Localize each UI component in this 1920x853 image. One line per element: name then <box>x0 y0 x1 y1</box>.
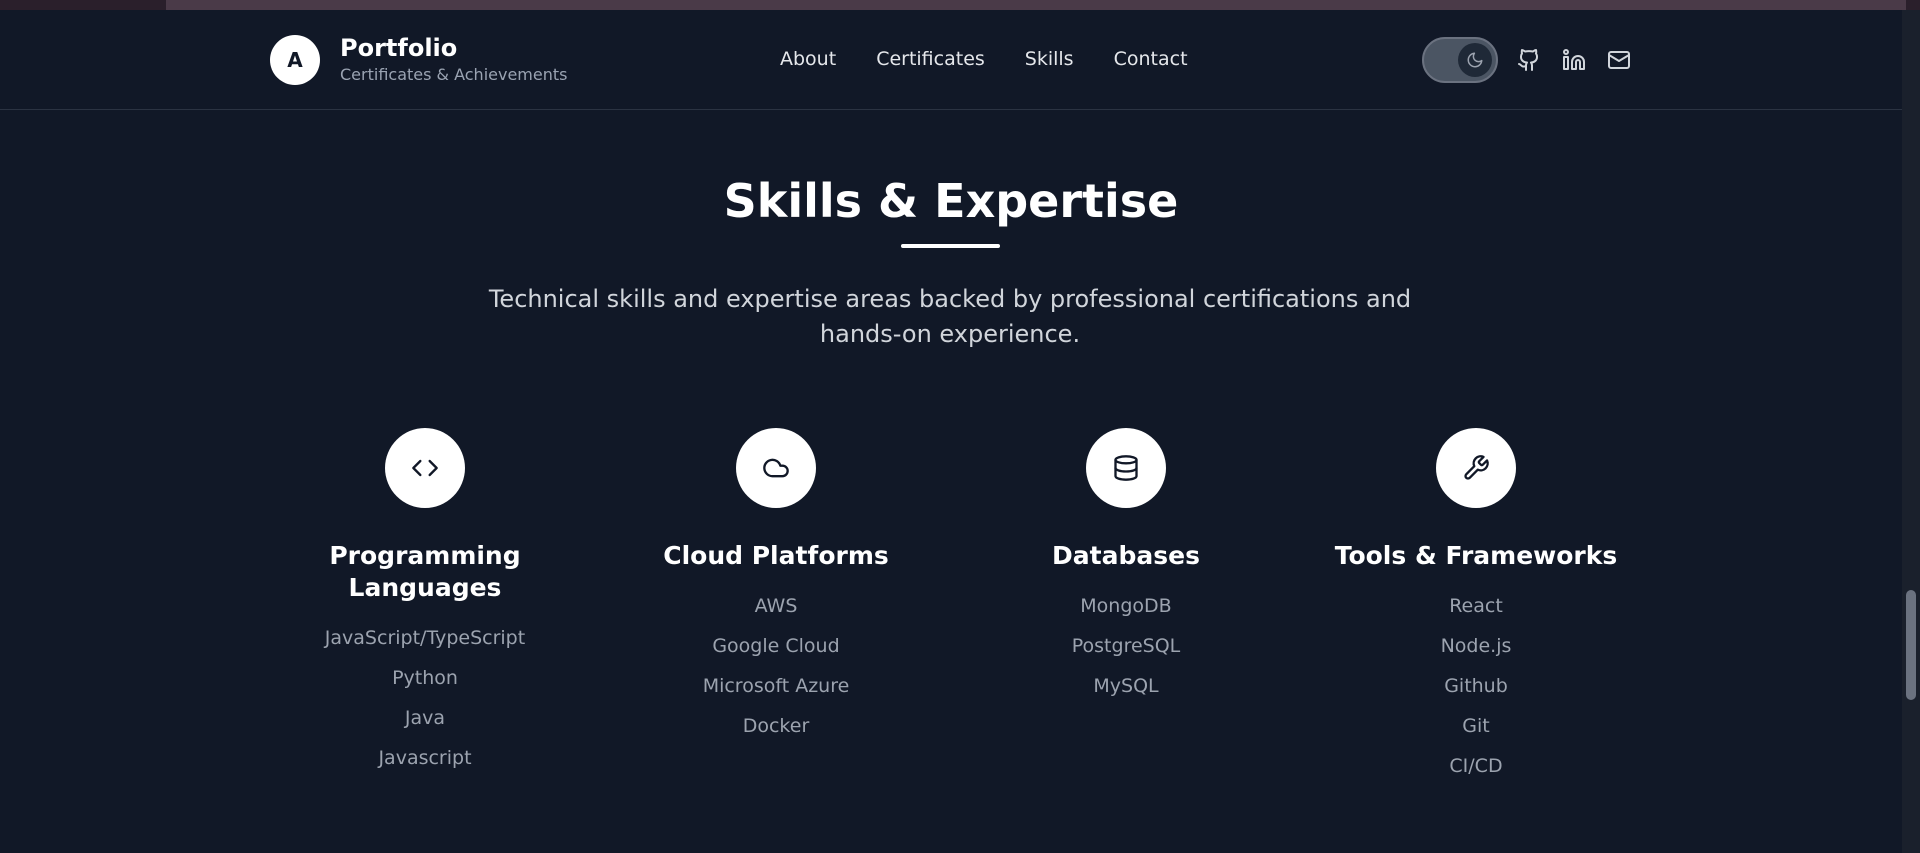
mail-icon <box>1608 51 1630 69</box>
linkedin-link[interactable] <box>1560 46 1588 74</box>
code-icon <box>412 459 438 477</box>
github-link[interactable] <box>1515 46 1543 74</box>
skill-list: React Node.js Github Git CI/CD <box>1306 586 1646 786</box>
github-icon <box>1518 49 1539 71</box>
brand-text: Portfolio Certificates & Achievements <box>340 34 567 86</box>
brand[interactable]: A Portfolio Certificates & Achievements <box>270 34 567 86</box>
skill-item: Python <box>392 667 458 689</box>
skill-item: CI/CD <box>1449 755 1503 777</box>
skill-item: MySQL <box>1093 675 1159 697</box>
skill-item: Node.js <box>1440 635 1512 657</box>
skills-section-title: Skills & Expertise <box>723 174 1179 228</box>
email-link[interactable] <box>1605 46 1633 74</box>
skill-icon-circle <box>1436 428 1516 508</box>
skills-section-description: Technical skills and expertise areas bac… <box>488 285 1412 348</box>
linkedin-icon <box>1563 49 1585 70</box>
skill-category-heading: Tools & Frameworks <box>1334 541 1618 570</box>
header-actions <box>1422 37 1633 83</box>
skill-list: JavaScript/TypeScript Python Java Javasc… <box>255 618 595 778</box>
nav-link-contact[interactable]: Contact <box>1114 48 1188 70</box>
skill-item: AWS <box>754 595 798 617</box>
skill-icon-circle <box>385 428 465 508</box>
skill-item: React <box>1449 595 1503 617</box>
theme-toggle-knob <box>1458 43 1492 77</box>
skill-icon-circle <box>1086 428 1166 508</box>
skill-category-programming-languages: Programming Languages JavaScript/TypeScr… <box>255 428 595 778</box>
scrollbar-thumb[interactable] <box>1906 590 1916 700</box>
skill-item: Git <box>1462 715 1490 737</box>
skill-item: PostgreSQL <box>1071 635 1181 657</box>
skill-icon-circle <box>736 428 816 508</box>
skill-category-tools-frameworks: Tools & Frameworks React Node.js Github … <box>1306 428 1646 786</box>
skill-item: Google Cloud <box>712 635 840 657</box>
page-scrollbar[interactable] <box>1902 10 1920 853</box>
moon-icon <box>1467 52 1483 68</box>
skill-category-heading: Databases <box>1052 541 1200 570</box>
skill-item: Docker <box>742 715 810 737</box>
skill-item: Microsoft Azure <box>702 675 850 697</box>
theme-toggle[interactable] <box>1422 37 1498 83</box>
nav-link-skills[interactable]: Skills <box>1025 48 1074 70</box>
skill-item: Java <box>404 707 446 729</box>
main-nav: About Certificates Skills Contact <box>780 48 1188 70</box>
database-icon <box>1114 455 1138 481</box>
title-underline <box>901 244 1000 248</box>
brand-avatar: A <box>270 35 320 85</box>
nav-link-about[interactable]: About <box>780 48 836 70</box>
wrench-icon <box>1464 455 1489 480</box>
nav-link-certificates[interactable]: Certificates <box>876 48 985 70</box>
brand-subtitle: Certificates & Achievements <box>340 65 568 84</box>
skill-item: JavaScript/TypeScript <box>324 627 526 649</box>
skill-category-heading: Cloud Platforms <box>663 541 889 570</box>
skill-category-heading: Programming Languages <box>329 541 521 602</box>
site-header: A Portfolio Certificates & Achievements … <box>0 10 1902 110</box>
skill-item: MongoDB <box>1080 595 1172 617</box>
skill-list: AWS Google Cloud Microsoft Azure Docker <box>606 586 946 746</box>
skill-item: Javascript <box>378 747 472 769</box>
cloud-icon <box>763 458 789 478</box>
skill-category-databases: Databases MongoDB PostgreSQL MySQL <box>956 428 1296 706</box>
skill-list: MongoDB PostgreSQL MySQL <box>956 586 1296 706</box>
browser-tab-strip <box>166 0 1906 10</box>
brand-title: Portfolio <box>340 34 458 62</box>
skill-category-cloud-platforms: Cloud Platforms AWS Google Cloud Microso… <box>606 428 946 746</box>
browser-top-strip <box>0 0 1920 10</box>
skill-item: Github <box>1444 675 1508 697</box>
